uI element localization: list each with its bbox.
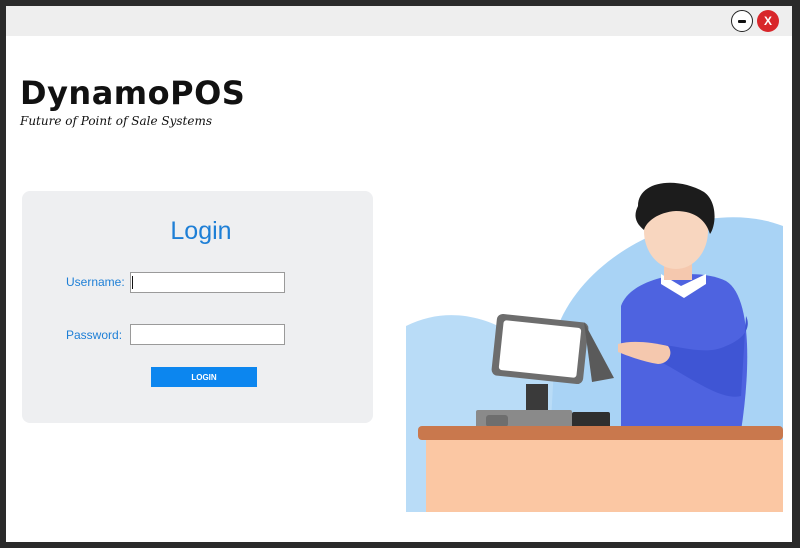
counter-top <box>418 426 783 440</box>
password-label: Password: <box>66 328 123 342</box>
cashier-at-pos-illustration <box>406 182 783 512</box>
app-window: X DynamoPOS Future of Point of Sale Syst… <box>6 6 792 542</box>
login-button[interactable]: LOGIN <box>151 367 257 387</box>
title-bar: X <box>6 6 792 36</box>
brand-tagline: Future of Point of Sale Systems <box>20 114 212 128</box>
close-icon: X <box>763 14 772 28</box>
receipt-printer <box>572 412 610 428</box>
minimize-button[interactable] <box>731 10 753 32</box>
password-input[interactable] <box>130 324 285 345</box>
counter-front <box>426 440 783 512</box>
cashier-illustration <box>406 156 783 512</box>
close-button[interactable]: X <box>757 10 779 32</box>
login-panel: Login Username: Password: LOGIN <box>22 191 373 423</box>
pos-stand <box>526 384 548 412</box>
username-input[interactable] <box>130 272 285 293</box>
login-title: Login <box>170 217 232 245</box>
username-label: Username: <box>66 275 125 289</box>
card-slot <box>486 415 508 427</box>
brand-logo: DynamoPOS <box>20 74 246 112</box>
minimize-icon <box>738 19 746 23</box>
text-caret <box>132 276 133 289</box>
pos-screen <box>498 320 582 378</box>
